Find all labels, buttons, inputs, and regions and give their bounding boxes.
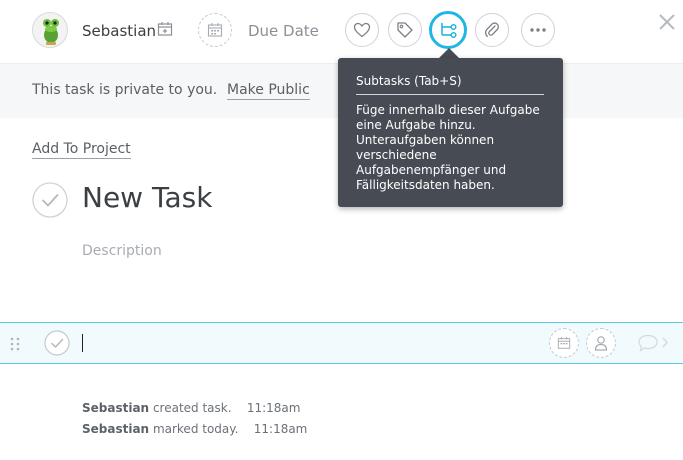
drag-handle-icon[interactable] <box>10 336 20 355</box>
user-icon <box>594 336 608 351</box>
paperclip-icon <box>484 22 499 38</box>
calendar-icon[interactable] <box>157 21 173 41</box>
heart-icon <box>353 22 371 38</box>
description-field[interactable]: Description <box>82 243 162 259</box>
calendar-icon <box>207 23 223 37</box>
assignee-name[interactable]: Sebastian <box>82 22 156 40</box>
check-icon <box>44 330 70 356</box>
frog-avatar-icon <box>43 19 59 45</box>
subtask-row[interactable] <box>0 322 683 364</box>
comment-icon[interactable] <box>636 333 672 357</box>
more-actions-button[interactable] <box>521 13 555 47</box>
tooltip-body: Füge innerhalb dieser Aufgabe eine Aufga… <box>356 103 540 192</box>
subtasks-button[interactable] <box>429 11 467 49</box>
activity-item: Sebastian marked today. 11:18am <box>82 422 307 436</box>
add-to-project-link[interactable]: Add To Project <box>32 141 131 159</box>
more-icon <box>530 28 546 32</box>
close-icon[interactable] <box>655 10 679 34</box>
complete-task-button[interactable] <box>32 182 68 218</box>
activity-time: 11:18am <box>246 401 301 415</box>
subtask-input-cursor[interactable] <box>82 334 83 352</box>
due-date-button[interactable] <box>198 13 232 47</box>
tags-button[interactable] <box>388 13 422 47</box>
assignee-avatar[interactable] <box>32 12 68 48</box>
task-title[interactable]: New Task <box>82 181 212 214</box>
subtask-due-date-button[interactable] <box>549 328 579 358</box>
tooltip-arrow <box>439 48 459 58</box>
subtasks-icon <box>441 23 457 39</box>
activity-time: 11:18am <box>253 422 308 436</box>
activity-item: Sebastian created task. 11:18am <box>82 401 300 415</box>
attachment-button[interactable] <box>475 13 509 47</box>
activity-action: marked today. <box>152 422 239 436</box>
due-date-label[interactable]: Due Date <box>248 22 319 40</box>
like-button[interactable] <box>345 13 379 47</box>
tag-icon <box>397 22 413 38</box>
tooltip-divider <box>356 94 544 95</box>
subtask-assignee-button[interactable] <box>586 328 616 358</box>
calendar-icon <box>557 336 571 349</box>
make-public-link[interactable]: Make Public <box>227 82 310 100</box>
activity-user[interactable]: Sebastian <box>82 422 149 436</box>
activity-user[interactable]: Sebastian <box>82 401 149 415</box>
subtask-complete-button[interactable] <box>44 330 70 356</box>
privacy-text: This task is private to you. <box>32 82 218 98</box>
check-icon <box>32 182 68 218</box>
tooltip-title: Subtasks (Tab+S) <box>356 74 462 88</box>
activity-action: created task. <box>152 401 232 415</box>
